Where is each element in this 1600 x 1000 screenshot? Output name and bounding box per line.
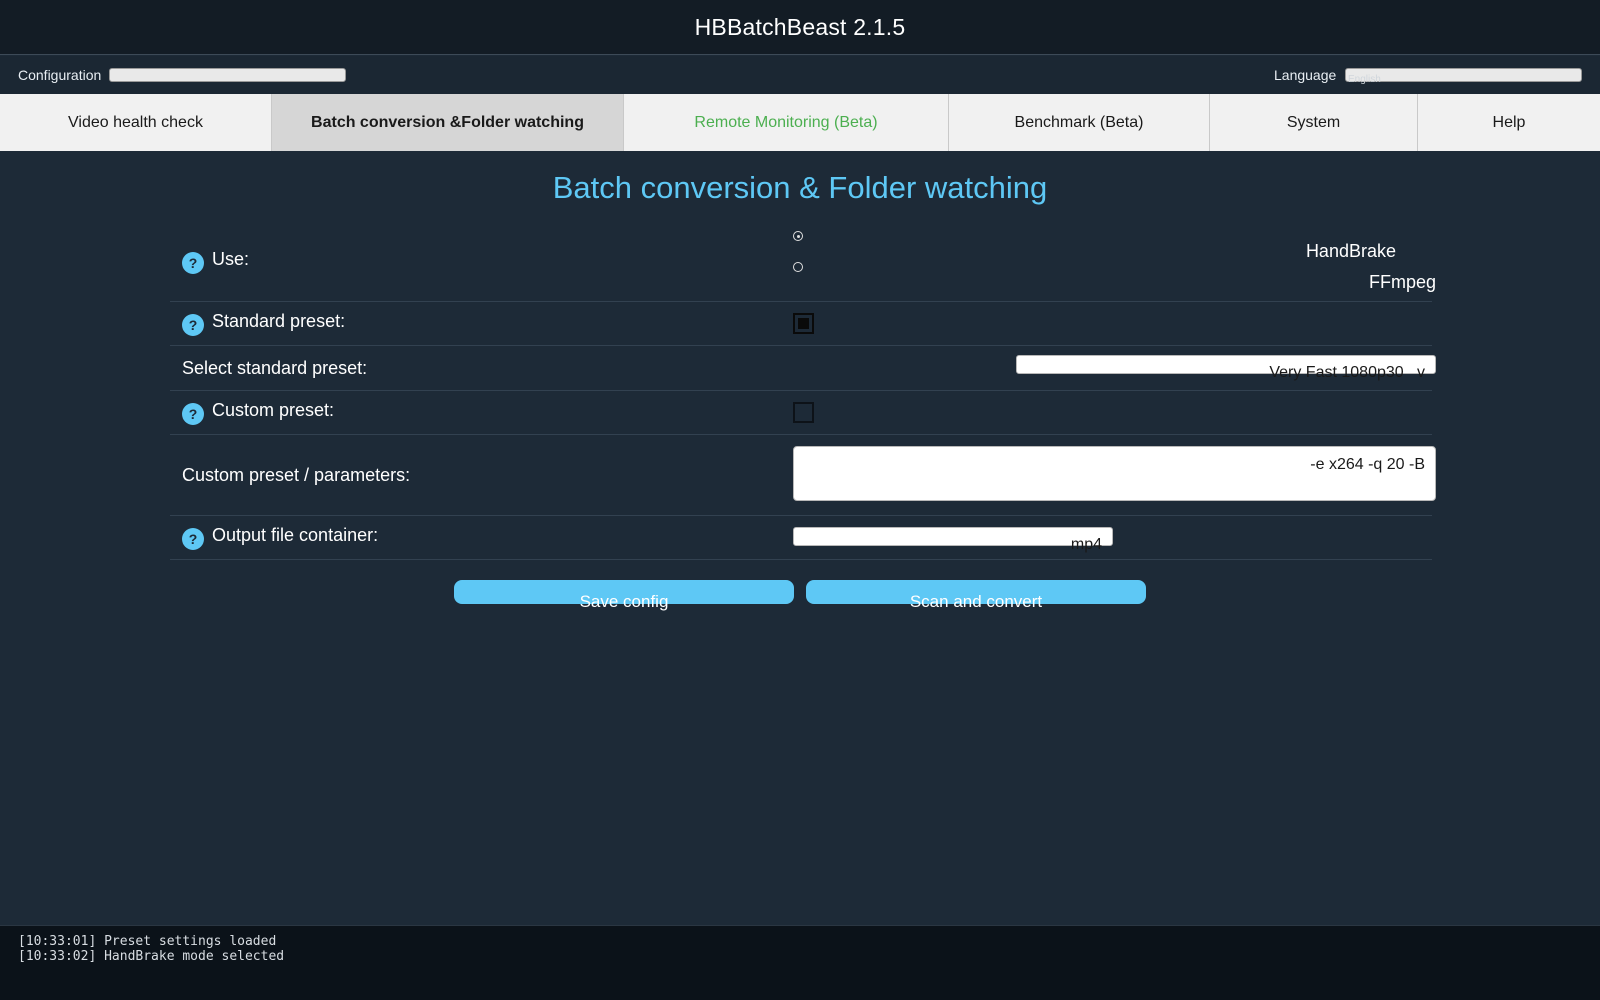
scan-and-convert-button[interactable]: Scan and convert: [806, 580, 1146, 611]
help-icon[interactable]: ?: [182, 528, 204, 550]
custom-preset-checkbox[interactable]: [793, 402, 814, 423]
log-console: [10:33:01] Preset settings loaded [10:33…: [0, 925, 1600, 1000]
language-select[interactable]: English: [1345, 68, 1582, 85]
custom-parameters-row: Custom preset / parameters: -e x264 -q 2…: [170, 435, 1436, 516]
use-label: Use:: [212, 249, 250, 269]
help-icon[interactable]: ?: [182, 314, 204, 336]
standard-preset-select[interactable]: Very Fast 1080p30 v: [1016, 355, 1436, 381]
custom-parameters-field[interactable]: -e x264 -q 20 -B: [793, 446, 1436, 501]
ffmpeg-radio[interactable]: [793, 262, 803, 272]
tab-video-health-check[interactable]: Video health check: [0, 94, 272, 151]
output-container-select[interactable]: mp4: [793, 527, 1113, 553]
configuration-label: Configuration: [18, 67, 102, 83]
select-standard-preset-label: Select standard preset:: [182, 358, 368, 378]
language-label: Language: [1274, 67, 1337, 83]
standard-preset-value: Very Fast 1080p30 v: [1269, 364, 1425, 381]
tab-benchmark[interactable]: Benchmark (Beta): [949, 94, 1210, 151]
custom-preset-label: Custom preset:: [212, 400, 335, 420]
select-standard-preset-row: Select standard preset: Very Fast 1080p3…: [170, 346, 1436, 391]
tab-remote-monitoring[interactable]: Remote Monitoring (Beta): [624, 94, 949, 151]
tab-help[interactable]: Help: [1418, 94, 1600, 151]
ffmpeg-option-label: FFmpeg: [1368, 272, 1436, 292]
page-title: Batch conversion & Folder watching: [552, 170, 1048, 205]
tab-system[interactable]: System: [1210, 94, 1418, 151]
save-config-button[interactable]: Save config: [454, 580, 794, 611]
language-select-value: English: [1348, 74, 1381, 85]
custom-preset-row: ? Custom preset:: [170, 391, 1432, 435]
app-title: HBBatchBeast 2.1.5: [694, 13, 906, 40]
help-icon[interactable]: ?: [182, 403, 204, 425]
chevron-down-icon: v: [1417, 364, 1425, 381]
help-icon[interactable]: ?: [182, 252, 204, 274]
custom-parameters-label: Custom preset / parameters:: [182, 465, 411, 485]
output-container-label: Output file container:: [212, 525, 379, 545]
custom-parameters-value: -e x264 -q 20 -B: [1310, 456, 1425, 473]
title-bar: HBBatchBeast 2.1.5: [0, 0, 1600, 55]
standard-preset-checkbox[interactable]: [793, 313, 814, 334]
tab-batch-conversion[interactable]: Batch conversion &Folder watching: [272, 94, 624, 151]
main-tabs: Video health check Batch conversion &Fol…: [0, 94, 1600, 151]
output-container-value: mp4: [1070, 536, 1102, 553]
standard-preset-row: ? Standard preset:: [170, 302, 1432, 346]
config-bar: Configuration Language English: [0, 56, 1600, 94]
handbrake-radio[interactable]: [793, 231, 803, 241]
configuration-select[interactable]: [109, 68, 346, 82]
handbrake-option-label: HandBrake: [1305, 241, 1396, 261]
standard-preset-label: Standard preset:: [212, 311, 346, 331]
output-container-row: ? Output file container: mp4: [170, 516, 1432, 560]
log-line: [10:33:02] HandBrake mode selected: [18, 949, 285, 964]
use-row: ? Use: HandBrake FFmpeg: [170, 226, 1436, 302]
log-line: [10:33:01] Preset settings loaded: [18, 934, 277, 949]
